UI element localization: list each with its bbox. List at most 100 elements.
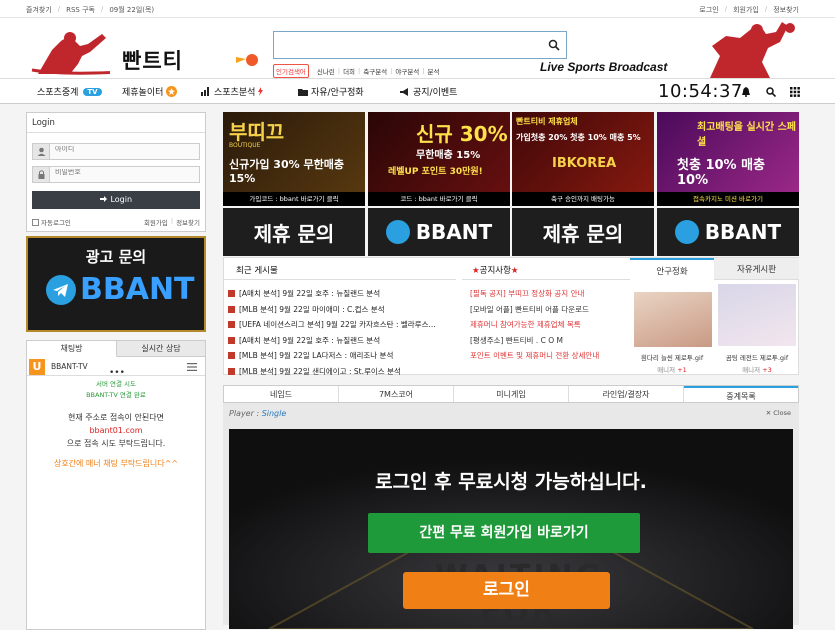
hamburger-menu-icon[interactable]: [187, 363, 197, 371]
password-input[interactable]: [55, 169, 195, 176]
list-item[interactable]: [필독 공지] 부띠끄 정상화 공지 안내: [470, 286, 630, 302]
tab-7m-score[interactable]: 7M스코어: [339, 386, 454, 402]
tab-mini-game[interactable]: 미니게임: [454, 386, 569, 402]
list-item[interactable]: [MLB 분석] 9월 22일 마이애미 : C.컵스 분석: [228, 302, 456, 318]
tab-live-consult[interactable]: 실시간 상담: [117, 341, 205, 357]
more-dots-icon[interactable]: •••: [109, 369, 125, 378]
find-info-link[interactable]: 정보찾기: [176, 217, 200, 227]
partner-inquiry-button[interactable]: 제휴 문의: [512, 208, 654, 256]
system-message: 서버 연결 시도: [95, 380, 136, 388]
ad-inquiry-title: 광고 문의: [85, 248, 147, 266]
rss-link[interactable]: RSS 구독: [66, 5, 95, 15]
list-item[interactable]: [A매치 분석] 9월 22일 호주 : 뉴질랜드 분석: [228, 333, 456, 349]
banner-level-up[interactable]: 신규 30% 무한매충 15% 레벨UP 포인트 30만원! 코드 : bban…: [368, 112, 510, 206]
chat-notice: 현재 주소로 접속이 안된다면: [68, 413, 164, 422]
close-button[interactable]: ✕ Close: [766, 409, 791, 417]
tab-named[interactable]: 네임드: [224, 386, 339, 402]
nav-notice-event[interactable]: 공지/이벤트: [400, 85, 457, 98]
player-login-button[interactable]: 로그인: [403, 572, 610, 609]
free-signup-button[interactable]: 간편 무료 회원가입 바로가기: [368, 513, 640, 553]
photo-caption[interactable]: 흰다리 늘씬 제로투.gif: [627, 352, 717, 362]
author-name: 매니저: [657, 366, 676, 374]
popular-term[interactable]: 분석: [427, 66, 439, 76]
chat-panel: 채팅방 실시간 상담 U BBANT-TV ••• 서버 연결 시도 BBANT…: [26, 340, 206, 630]
login-button[interactable]: Login: [32, 191, 200, 209]
telegram-icon: [46, 274, 76, 305]
login-button-label: Login: [110, 195, 133, 204]
list-item[interactable]: 포인트 이벤트 및 제휴머니 전환 상세안내: [470, 348, 630, 364]
current-date: 09월 22일(목): [109, 6, 155, 14]
player-mode[interactable]: Single: [262, 409, 287, 418]
cta-label: BBANT: [415, 220, 493, 244]
telegram-icon: [674, 220, 699, 244]
star-icon: [166, 86, 178, 97]
bookmark-link[interactable]: 즐겨찾기: [26, 5, 52, 15]
popular-term[interactable]: 야구분석: [395, 66, 419, 76]
list-item[interactable]: [A매치 분석] 9월 22일 호주 : 뉴질랜드 분석: [228, 286, 456, 302]
banner-subtitle: 무한매충 15%: [416, 150, 481, 161]
bbant-telegram-button[interactable]: BBANT: [657, 208, 799, 256]
ad-inquiry-banner[interactable]: 광고 문의 BBANT: [26, 236, 206, 332]
login-link[interactable]: 로그인: [699, 5, 718, 15]
photo-thumbnail[interactable]: [634, 292, 712, 347]
cta-label: BBANT: [704, 220, 782, 244]
find-info-link[interactable]: 정보찾기: [773, 5, 799, 15]
popular-term[interactable]: 축구분석: [363, 66, 387, 76]
grid-menu-icon[interactable]: [790, 87, 800, 97]
list-item[interactable]: [MLB 분석] 9월 22일 샌디에이고 : St.루이스 분석: [228, 364, 456, 380]
partner-inquiry-button[interactable]: 제휴 문의: [223, 208, 365, 256]
list-item[interactable]: [모바일 어플] 빤트티비 어플 다운로드: [470, 302, 630, 318]
signup-link[interactable]: 회원가입: [733, 5, 759, 15]
nav-partner-playground[interactable]: 제휴놀이터: [122, 85, 178, 98]
banner-boutique[interactable]: 부띠끄 BOUTIQUE 신규가입 30% 무한매충 15% 가입코드 : bb…: [223, 112, 365, 206]
sign-in-icon: [99, 196, 107, 202]
nav-sports-analysis[interactable]: 스포츠분석: [201, 85, 264, 98]
search-icon[interactable]: [548, 39, 560, 51]
list-item[interactable]: [UEFA 네이션스리그 분석] 9월 22일 카자흐스탄 : 벨라루스...: [228, 317, 456, 333]
flame-ball-icon: [236, 54, 258, 66]
list-item[interactable]: [평생주소] 빤트티비 . C O M: [470, 333, 630, 349]
lightning-icon: [258, 87, 264, 96]
banner-ibkorea[interactable]: 빤트티비 제휴업체 가입첫충 20% 첫충 10% 매충 5% IBKOREA …: [512, 112, 654, 206]
login-title: Login: [32, 118, 55, 128]
banner-title: 부띠끄: [229, 120, 285, 144]
banner-subtitle: 첫충 10% 매충 10%: [677, 158, 766, 188]
username-input[interactable]: [55, 146, 195, 153]
checkbox-box[interactable]: [32, 218, 39, 226]
chat-messages: 서버 연결 시도 BBANT-TV 연결 완료 현재 주소로 접속이 안된다면 …: [27, 377, 205, 469]
folder-icon: [298, 88, 308, 96]
tab-free-board[interactable]: 자유게시판: [714, 258, 799, 280]
bbant-telegram-button[interactable]: BBANT: [368, 208, 510, 256]
tab-lineup[interactable]: 라인업/결장자: [569, 386, 684, 402]
banner-code: 코드 : bbant 바로가기 클릭: [368, 192, 510, 206]
list-item[interactable]: 제휴머니 참여가능한 제휴업체 목록: [470, 317, 630, 333]
banner-tag: 가입첫충 20% 첫충 10% 매충 5%: [516, 133, 641, 142]
list-item[interactable]: [MLB 분석] 9월 22일 LA다저스 : 애리조나 분석: [228, 348, 456, 364]
tab-chat-room[interactable]: 채팅방: [27, 341, 117, 357]
login-box: Login Login 자동로그인 회원가입| 정보찾기: [26, 112, 206, 232]
bell-icon[interactable]: [741, 87, 751, 97]
auto-login-checkbox[interactable]: 자동로그인: [32, 217, 71, 227]
photo-thumbnail[interactable]: [718, 284, 796, 346]
popular-term[interactable]: 더희: [343, 66, 355, 76]
player-screen[interactable]: WAITING FOR 로그인 후 무료시청 가능하십니다. 간편 무료 회원가…: [229, 429, 793, 629]
tab-broadcast-list[interactable]: 중계목록: [684, 386, 798, 402]
banner-code: 접속카지노 미션 바로가기: [657, 192, 799, 206]
photo-caption[interactable]: 곰팅 레전드 제로투.gif: [712, 352, 802, 362]
search-input[interactable]: [274, 32, 534, 58]
site-logo[interactable]: 빤트티비: [30, 30, 200, 103]
banner-casino-special[interactable]: 최고배팅을 실시간 스페셜 첫충 10% 매충 10% 접속카지노 미션 바로가…: [657, 112, 799, 206]
signup-link[interactable]: 회원가입: [144, 217, 168, 227]
tab-eye-candy[interactable]: 안구정화: [630, 258, 714, 280]
chat-manner-notice: 상호간에 매너 채팅 부탁드립니다^^: [53, 459, 179, 468]
left-column: Login Login 자동로그인 회원가입| 정보찾기 광고 문의 BBANT: [26, 112, 206, 630]
search-icon[interactable]: [766, 87, 776, 97]
nav-free-board[interactable]: 자유/안구정화: [298, 85, 364, 98]
banner-title: 빤트티비 제휴업체: [516, 117, 578, 126]
nav-sports-broadcast[interactable]: 스포츠중계 TV: [37, 85, 102, 98]
popular-term[interactable]: 신나린: [317, 66, 335, 76]
post-title: [MLB 분석] 9월 22일 마이애미 : C.컵스 분석: [239, 304, 385, 314]
author-name: 매니저: [742, 366, 761, 374]
site-header: 빤트티비 인기검색어 신나린| 더희| 축구분석| 야구분석| 분석 Live …: [0, 18, 835, 103]
chat-domain[interactable]: bbant01.com: [27, 424, 205, 437]
